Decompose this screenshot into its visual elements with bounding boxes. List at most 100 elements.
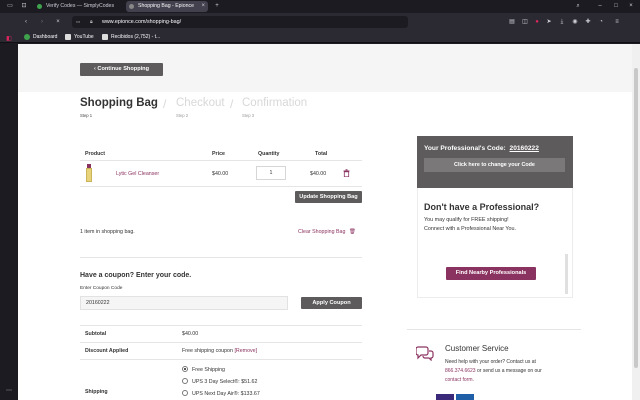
minimize-icon[interactable]: –	[596, 2, 604, 10]
web-page: ‹ Continue Shopping Shopping Bag Step 1 …	[18, 44, 632, 400]
menu-icon[interactable]: ≡	[613, 18, 621, 26]
bookmark-youtube[interactable]: YouTube	[65, 33, 94, 41]
customer-service-line2-text: or send us a message on our	[475, 368, 542, 374]
reader-view-icon[interactable]: ▤	[508, 18, 516, 26]
step-checkout: Checkout	[176, 97, 225, 109]
change-code-button[interactable]: Click here to change your Code	[424, 158, 565, 172]
remove-discount-link[interactable]: [Remove]	[234, 348, 257, 354]
update-shopping-bag-button[interactable]: Update Shopping Bag	[295, 191, 362, 203]
url-bar[interactable]: ▭ 🔒︎ www.epionce.com/shopping-bag/	[72, 16, 408, 28]
professional-code-label: Your Professional's Code:	[424, 145, 506, 152]
youtube-folder-icon	[65, 34, 71, 40]
bookmark-dashboard[interactable]: Dashboard	[24, 33, 57, 41]
continue-shopping-button[interactable]: ‹ Continue Shopping	[80, 63, 163, 76]
table-divider	[80, 160, 362, 161]
section-divider	[80, 257, 362, 258]
share-icon[interactable]: ➤	[545, 18, 553, 26]
shield-icon[interactable]: ◉	[571, 18, 579, 26]
discount-text: Free shipping coupon	[182, 348, 233, 354]
account-icon[interactable]: ◔	[597, 18, 605, 26]
forward-icon[interactable]: ›	[38, 18, 46, 26]
downloads-icon[interactable]: ⤓	[558, 18, 566, 26]
shipping-option-3day-radio[interactable]	[182, 378, 188, 384]
shipping-option-3day-label[interactable]: UPS 3 Day Select®: $51.62	[192, 379, 257, 385]
phone-link[interactable]: 866.374.6623	[445, 368, 476, 374]
subtotal-value: $40.00	[182, 331, 199, 337]
shipping-label: Shipping	[85, 389, 108, 395]
cs-divider	[407, 329, 581, 330]
close-window-icon[interactable]: ×	[627, 2, 635, 10]
tab-list-icon[interactable]: ⊡	[20, 2, 28, 10]
trash-icon[interactable]	[343, 169, 350, 177]
browser-sidebar: ◧ ⋯	[0, 36, 18, 400]
no-professional-text-2: Connect with a Professional Near You.	[424, 226, 516, 232]
product-name-link[interactable]: Lytic Gel Cleanser	[116, 171, 159, 177]
dashboard-favicon-icon	[24, 34, 30, 40]
shipping-option-nextday-radio[interactable]	[182, 390, 188, 396]
bookmark-label: YouTube	[74, 34, 94, 40]
shipping-option-free-label[interactable]: Free Shipping	[192, 367, 225, 373]
table-divider	[80, 186, 362, 187]
summary-divider	[80, 342, 362, 343]
bookmark-recibidos[interactable]: Recibidos (2,752) - t...	[102, 33, 160, 41]
maximize-icon[interactable]: □	[612, 2, 620, 10]
tab-favicon-icon	[37, 4, 42, 9]
tab-verify-codes[interactable]: Verify Codes — SimplyCodes	[34, 1, 124, 12]
tab-label: Verify Codes — SimplyCodes	[46, 3, 115, 9]
stop-icon[interactable]: ×	[54, 18, 62, 26]
payment-card-icon	[456, 394, 474, 400]
bookmark-label: Recibidos (2,752) - t...	[111, 34, 161, 40]
product-price: $40.00	[212, 171, 229, 177]
screenshot-icon[interactable]: ◫	[521, 18, 529, 26]
step-confirmation: Confirmation	[242, 97, 308, 109]
coupon-field-label: Enter Coupon Code	[80, 286, 123, 291]
quantity-input[interactable]: 1	[256, 166, 286, 180]
shipping-option-nextday-label[interactable]: UPS Next Day Air®: $133.67	[192, 391, 260, 397]
cart-item-count: 1 item in shopping bag.	[80, 229, 135, 235]
extension-icon[interactable]: ●	[533, 18, 541, 26]
step-separator: /	[230, 97, 234, 111]
extensions-icon[interactable]: ✚	[584, 18, 592, 26]
contact-form-link[interactable]: contact form.	[445, 377, 474, 383]
url-text: www.epionce.com/shopping-bag/	[102, 19, 182, 25]
product-image[interactable]	[85, 164, 93, 182]
coupon-code-input[interactable]: 20160222	[80, 296, 288, 310]
tab-shopping-bag[interactable]: Shopping Bag - Epionce ×	[126, 1, 208, 12]
summary-divider	[80, 359, 362, 360]
firefox-view-icon[interactable]: ▭	[6, 2, 14, 10]
step-shopping-bag: Shopping Bag	[80, 97, 158, 109]
find-professionals-button[interactable]: Find Nearby Professionals	[446, 267, 536, 280]
back-icon[interactable]: ‹	[22, 18, 30, 26]
search-icon[interactable]: ⌕	[574, 2, 582, 10]
lock-icon[interactable]: 🔒︎	[90, 16, 93, 28]
page-scrollbar-thumb[interactable]	[634, 68, 638, 368]
column-header-product: Product	[85, 151, 106, 157]
discount-label: Discount Applied	[85, 348, 129, 354]
sidebar-more-icon[interactable]: ⋯	[5, 387, 13, 395]
professional-code-value: 20160222	[509, 145, 539, 152]
column-header-quantity: Quantity	[258, 151, 280, 157]
bookmark-label: Dashboard	[33, 34, 58, 40]
close-tab-icon[interactable]: ×	[201, 1, 205, 12]
professional-code-line: Your Professional's Code: 20160222	[424, 145, 539, 152]
sidebar-toggle-icon[interactable]: ◧	[5, 35, 13, 43]
new-tab-icon[interactable]: +	[213, 2, 221, 10]
coupon-heading: Have a coupon? Enter your code.	[80, 272, 192, 279]
column-header-price: Price	[212, 151, 225, 157]
trash-icon: 🗑︎	[348, 229, 356, 235]
no-professional-text-1: You may qualify for FREE shipping!	[424, 217, 509, 223]
site-info-icon[interactable]: ▭	[76, 16, 80, 28]
discount-value: Free shipping coupon [Remove]	[182, 348, 257, 354]
step-separator: /	[163, 97, 167, 111]
step-confirmation-sub: Step 3	[242, 113, 255, 118]
column-header-total: Total	[315, 151, 328, 157]
professional-code-box: Your Professional's Code: 20160222 Click…	[417, 136, 573, 188]
step-shopping-bag-sub: Step 1	[80, 113, 93, 118]
panel-scrollbar[interactable]	[565, 254, 568, 294]
shipping-option-free-radio[interactable]	[182, 366, 188, 372]
clear-shopping-bag-link[interactable]: Clear Shopping Bag 🗑︎	[298, 229, 356, 235]
customer-service-heading: Customer Service	[445, 344, 509, 353]
apply-coupon-button[interactable]: Apply Coupon	[301, 297, 362, 309]
mail-folder-icon	[102, 34, 108, 40]
customer-service-line2: 866.374.6623 or send us a message on our	[445, 368, 542, 374]
